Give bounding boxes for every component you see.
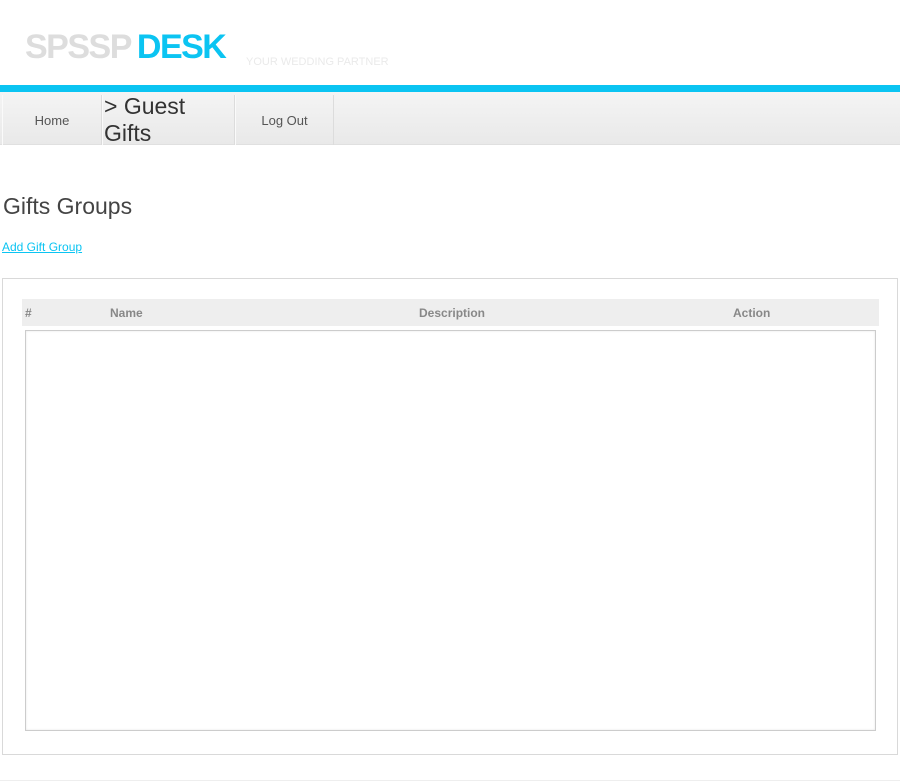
- column-header-description: Description: [419, 306, 486, 320]
- nav-item-guest-gifts[interactable]: > Guest Gifts: [102, 93, 235, 146]
- nav-item-log-out[interactable]: Log Out: [235, 95, 334, 145]
- footer-divider: [0, 780, 900, 781]
- add-gift-group-link[interactable]: Add Gift Group: [2, 240, 82, 254]
- gift-groups-panel: # Name Description Action: [2, 278, 898, 755]
- page-header: SPSSP DESK YOUR WEDDING PARTNER: [0, 0, 900, 85]
- header-accent-bar: [0, 85, 900, 92]
- page-title: Gifts Groups: [3, 193, 133, 219]
- column-header-name: Name: [110, 306, 143, 320]
- column-header-action: Action: [733, 306, 771, 320]
- brand-name-part-1: SPSSP: [25, 28, 132, 66]
- brand-tagline: YOUR WEDDING PARTNER: [246, 56, 389, 68]
- main-nav: Home > Guest Gifts Log Out: [0, 92, 900, 146]
- column-header-number: #: [25, 306, 32, 320]
- table-body[interactable]: [25, 330, 876, 731]
- brand-name-part-2: DESK: [136, 28, 227, 66]
- nav-item-home[interactable]: Home: [2, 95, 102, 145]
- brand-logo[interactable]: SPSSP DESK: [25, 28, 227, 67]
- table-header: # Name Description Action: [22, 299, 879, 326]
